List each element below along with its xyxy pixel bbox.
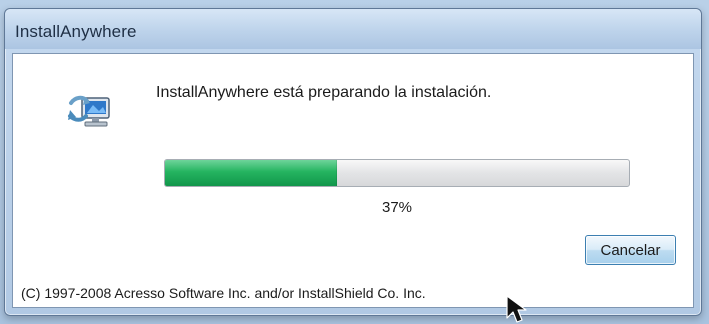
mouse-pointer-icon [506,295,527,323]
installation-progress-bar [164,159,630,187]
progress-fill [165,160,337,186]
desktop: InstallAnywhere InstallAnywhere está pre… [0,0,709,324]
status-message: InstallAnywhere está preparando la insta… [156,84,492,101]
installer-dialog: InstallAnywhere InstallAnywhere está pre… [4,8,702,323]
window-title: InstallAnywhere [15,22,137,41]
progress-percentage: 37% [381,199,413,216]
title-bar[interactable]: InstallAnywhere [5,9,701,49]
cancel-button[interactable]: Cancelar [585,235,676,265]
dialog-content: InstallAnywhere está preparando la insta… [12,53,694,323]
copyright-notice: (C) 1997-2008 Acresso Software Inc. and/… [21,285,426,301]
installer-computer-icon [68,95,110,127]
